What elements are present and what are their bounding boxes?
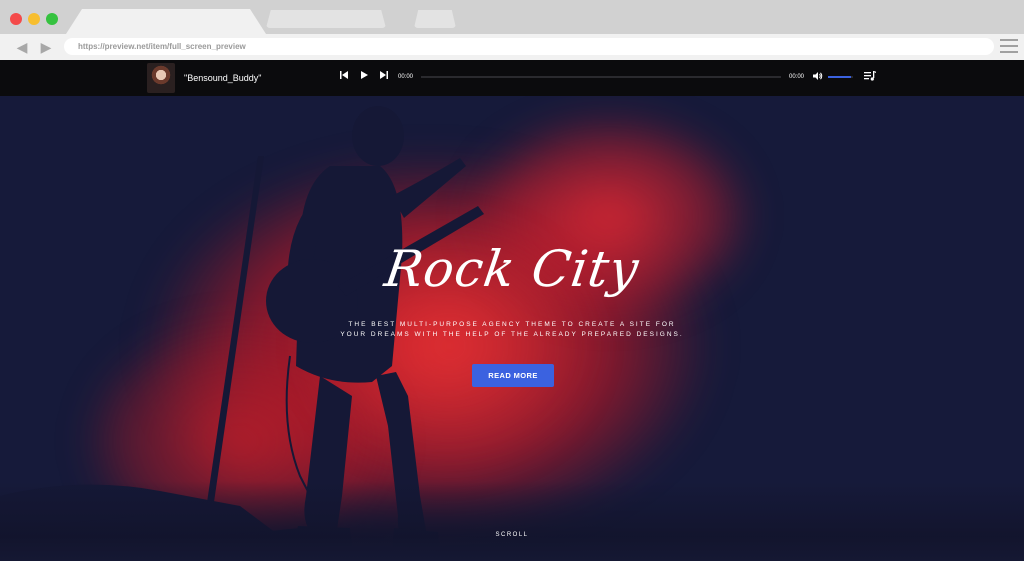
maximize-window-button[interactable]: [46, 13, 58, 25]
back-arrow-icon[interactable]: ◀: [14, 39, 30, 55]
skip-previous-icon[interactable]: [340, 70, 348, 84]
current-time: 00:00: [398, 74, 414, 80]
web-page: "Bensound_Buddy" 00:00 00:00 Rock City T…: [0, 60, 1024, 561]
browser-toolbar: ◀ ▶ https://preview.net/item/full_screen…: [0, 34, 1024, 60]
hero-subtitle: THE BEST MULTI-PURPOSE AGENCY THEME TO C…: [340, 321, 684, 338]
browser-tab-active[interactable]: [66, 9, 266, 34]
forward-arrow-icon[interactable]: ▶: [38, 39, 54, 55]
new-tab-button[interactable]: [414, 10, 456, 28]
album-cover: [147, 63, 175, 93]
browser-titlebar: [0, 0, 1024, 34]
play-icon[interactable]: [360, 70, 368, 84]
track-duration: 00:00: [789, 74, 805, 80]
address-bar[interactable]: https://preview.net/item/full_screen_pre…: [64, 38, 994, 55]
hamburger-menu-icon[interactable]: [1000, 39, 1018, 55]
volume-fill: [828, 76, 851, 78]
skip-next-icon[interactable]: [380, 70, 388, 84]
volume-icon[interactable]: [813, 71, 823, 84]
read-more-button[interactable]: READ MORE: [472, 364, 554, 387]
track-title: "Bensound_Buddy": [184, 73, 262, 83]
close-window-button[interactable]: [10, 13, 22, 25]
hero-content: Rock City THE BEST MULTI-PURPOSE AGENCY …: [0, 96, 1024, 561]
scroll-indicator[interactable]: SCROLL: [472, 532, 552, 538]
browser-window: ◀ ▶ https://preview.net/item/full_screen…: [0, 0, 1024, 561]
hero-title: Rock City: [381, 240, 643, 298]
minimize-window-button[interactable]: [28, 13, 40, 25]
volume-slider[interactable]: [828, 76, 853, 78]
progress-bar[interactable]: [421, 76, 781, 78]
hero-section: Rock City THE BEST MULTI-PURPOSE AGENCY …: [0, 96, 1024, 561]
audio-player: "Bensound_Buddy" 00:00 00:00: [0, 60, 1024, 96]
playlist-icon[interactable]: [864, 69, 876, 81]
browser-tab[interactable]: [266, 10, 386, 28]
